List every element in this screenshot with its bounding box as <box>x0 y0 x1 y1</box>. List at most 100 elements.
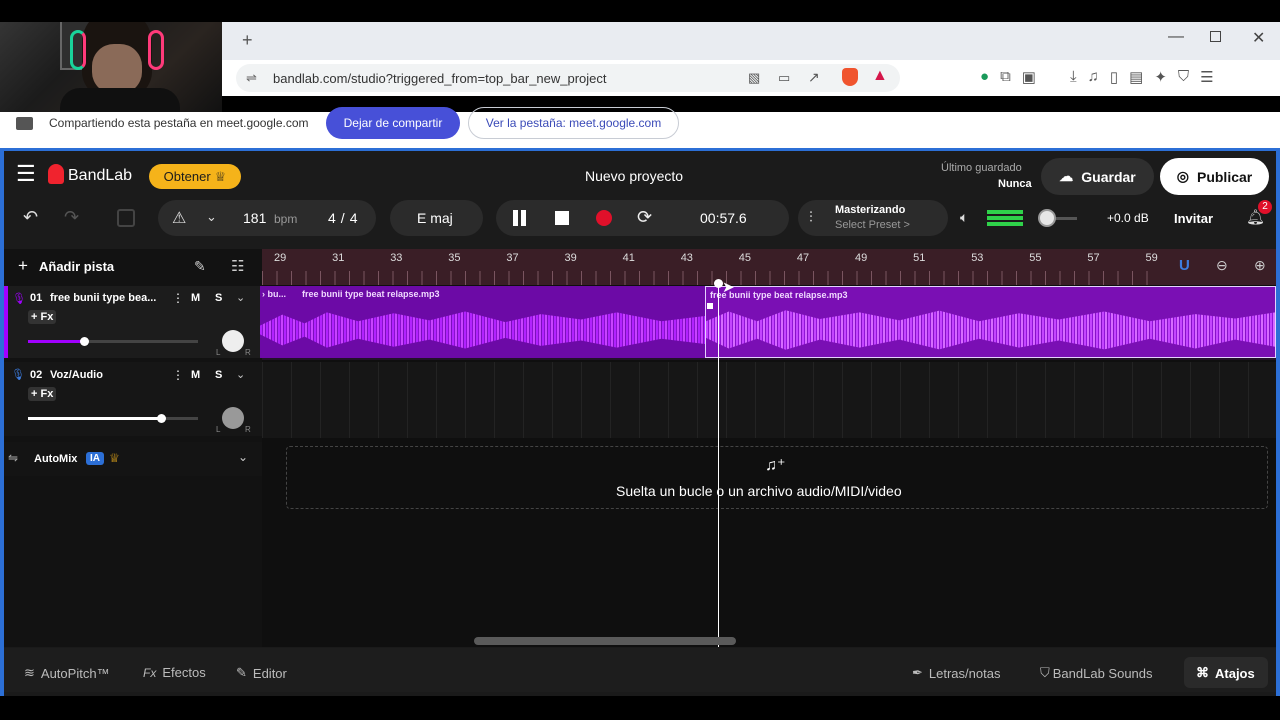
lyrics-notes-button[interactable]: ✒ Letras/notas <box>912 665 1000 681</box>
clip-fade-handle[interactable] <box>707 303 713 309</box>
track-expand-icon[interactable]: ⌄ <box>236 368 245 381</box>
time-sig-separator: / <box>340 210 345 226</box>
publish-button[interactable]: ◎ Publicar <box>1160 158 1269 195</box>
new-tab-button[interactable]: + <box>242 30 253 51</box>
editor-button[interactable]: ✎ Editor <box>236 665 287 681</box>
volume-slider[interactable] <box>28 414 198 423</box>
wallet-icon[interactable]: ▤ <box>1129 68 1143 86</box>
ruler-mark: 55 <box>1029 252 1042 264</box>
tab-search-icon[interactable]: ▣ <box>1022 68 1036 86</box>
bpm-value[interactable]: 181 <box>243 210 266 226</box>
timeline-ruler[interactable] <box>262 249 1276 285</box>
brave-rewards-icon[interactable]: ▲ <box>872 67 888 85</box>
track-expand-icon[interactable]: ⌄ <box>236 291 245 304</box>
url-text[interactable]: bandlab.com/studio?triggered_from=top_ba… <box>273 71 607 86</box>
volume-slider-knob[interactable] <box>156 414 166 423</box>
bandlab-brand[interactable]: BandLab <box>68 167 132 185</box>
key-selector[interactable]: E maj <box>390 200 483 236</box>
hamburger-menu-icon[interactable]: ☰ <box>16 163 36 185</box>
meter-bar <box>987 222 1023 226</box>
time-signature[interactable]: 4 / 4 <box>328 210 357 226</box>
add-track-plus-icon[interactable]: + <box>18 256 28 276</box>
loop-icon[interactable]: ⟳ <box>637 207 652 228</box>
browser-top-strip <box>0 0 1280 22</box>
drop-zone[interactable]: ♫⁺ Suelta un bucle o un archivo audio/MI… <box>286 446 1268 509</box>
split-tool-icon[interactable] <box>117 209 135 227</box>
mastering-group[interactable]: ⫶ Masterizando Select Preset > <box>798 200 948 236</box>
select-preset-label[interactable]: Select Preset > <box>835 219 910 231</box>
track-name[interactable]: Voz/Audio <box>50 369 103 381</box>
playhead[interactable] <box>718 282 719 647</box>
extensions-icon[interactable]: ⧉ <box>1000 68 1011 86</box>
draw-tool-icon[interactable]: ✎ <box>194 258 206 275</box>
track-menu-icon[interactable]: ⋮ <box>172 368 184 382</box>
screen-icon[interactable]: ▭ <box>778 70 790 86</box>
speaker-mute-icon[interactable]: 🔈︎ <box>960 209 968 226</box>
url-field[interactable]: ⇌ bandlab.com/studio?triggered_from=top_… <box>236 64 900 92</box>
cloud-upload-icon: ☁ <box>1059 168 1074 184</box>
automix-expand-icon[interactable]: ⌄ <box>238 450 248 464</box>
stop-icon[interactable] <box>555 211 569 225</box>
sidebar-icon[interactable]: ▯ <box>1110 68 1118 86</box>
mute-button[interactable]: M <box>191 292 200 304</box>
get-membership-button[interactable]: Obtener ♕ <box>149 164 241 189</box>
effects-button[interactable]: Fx Efectos <box>143 665 206 680</box>
pan-knob[interactable] <box>222 330 244 352</box>
cast-icon[interactable]: ▧ <box>748 70 760 86</box>
track-filter-icon[interactable]: ☷ <box>231 257 244 275</box>
music-icon[interactable]: ♫ <box>1088 68 1099 86</box>
track-header-2[interactable]: 🎙︎ 02 Voz/Audio ⋮ M S ⌄ + Fx L R <box>4 362 262 436</box>
zoom-in-icon[interactable]: ⊕ <box>1254 257 1266 274</box>
volume-slider-knob[interactable] <box>80 337 90 346</box>
stop-sharing-button[interactable]: Dejar de compartir <box>326 107 460 139</box>
ruler-mark: 53 <box>971 252 984 264</box>
brave-shield-icon[interactable] <box>842 68 858 86</box>
audio-clip-selected[interactable]: free bunii type beat relapse.mp3 <box>705 286 1276 358</box>
project-title[interactable]: Nuevo proyecto <box>585 168 683 184</box>
globe-icon: ◎ <box>1176 168 1189 184</box>
metronome-icon[interactable]: ⚠ <box>172 208 186 228</box>
add-fx-button[interactable]: + Fx <box>28 310 57 324</box>
zoom-out-icon[interactable]: ⊖ <box>1216 257 1228 274</box>
shortcuts-button[interactable]: ⌘ Atajos <box>1196 665 1255 681</box>
metronome-dropdown-icon[interactable]: ⌄ <box>206 209 217 225</box>
horizontal-scrollbar[interactable] <box>474 637 736 645</box>
track-name[interactable]: free bunii type bea... <box>50 292 156 304</box>
audio-clip[interactable]: › bu... free bunii type beat relapse.mp3 <box>260 286 706 358</box>
meter-bar <box>987 216 1023 220</box>
master-volume-slider[interactable] <box>1038 209 1056 227</box>
pan-knob[interactable] <box>222 407 244 429</box>
invite-button[interactable]: Invitar <box>1174 211 1213 226</box>
automix-row[interactable]: ⇋ AutoMix IA ♕ ⌄ <box>4 442 262 476</box>
add-fx-button[interactable]: + Fx <box>28 387 57 401</box>
track-lane-2[interactable] <box>262 362 1276 438</box>
ruler-mark: 43 <box>680 252 693 264</box>
redo-icon[interactable]: ↷ <box>64 207 79 228</box>
mute-button[interactable]: M <box>191 369 200 381</box>
bandlab-sounds-button[interactable]: ⛉ BandLab Sounds <box>1040 665 1153 681</box>
solo-button[interactable]: S <box>215 369 222 381</box>
minimize-window-icon[interactable]: — <box>1168 28 1184 46</box>
undo-icon[interactable]: ↶ <box>23 207 38 228</box>
volume-slider[interactable] <box>28 337 198 346</box>
mastering-sliders-icon: ⫶ <box>809 209 813 226</box>
vpn-icon[interactable]: ⛉ <box>1178 68 1189 86</box>
extension-green-icon[interactable]: ● <box>980 68 989 86</box>
download-icon[interactable]: ⤓ <box>1070 68 1077 86</box>
share-icon[interactable]: ↗ <box>808 69 820 86</box>
solo-button[interactable]: S <box>215 292 222 304</box>
close-window-icon[interactable]: ✕ <box>1252 28 1265 48</box>
pause-icon[interactable] <box>521 210 526 226</box>
site-info-icon[interactable]: ⇌ <box>246 70 257 86</box>
restore-window-icon[interactable] <box>1210 31 1221 42</box>
ai-sparkle-icon[interactable]: ✦ <box>1154 68 1167 86</box>
track-menu-icon[interactable]: ⋮ <box>172 291 184 305</box>
menu-icon[interactable]: ☰ <box>1200 68 1213 86</box>
add-track-button[interactable]: Añadir pista <box>39 259 114 274</box>
autopitch-button[interactable]: ≋ AutoPitch™ <box>24 665 110 681</box>
view-tab-button[interactable]: Ver la pestaña: meet.google.com <box>468 107 679 139</box>
record-icon[interactable] <box>596 210 612 226</box>
track-header-1[interactable]: 🎙︎ 01 free bunii type bea... ⋮ M S ⌄ + F… <box>4 286 262 358</box>
snap-magnet-icon[interactable]: U <box>1179 257 1190 274</box>
save-button[interactable]: ☁ Guardar <box>1041 158 1154 195</box>
